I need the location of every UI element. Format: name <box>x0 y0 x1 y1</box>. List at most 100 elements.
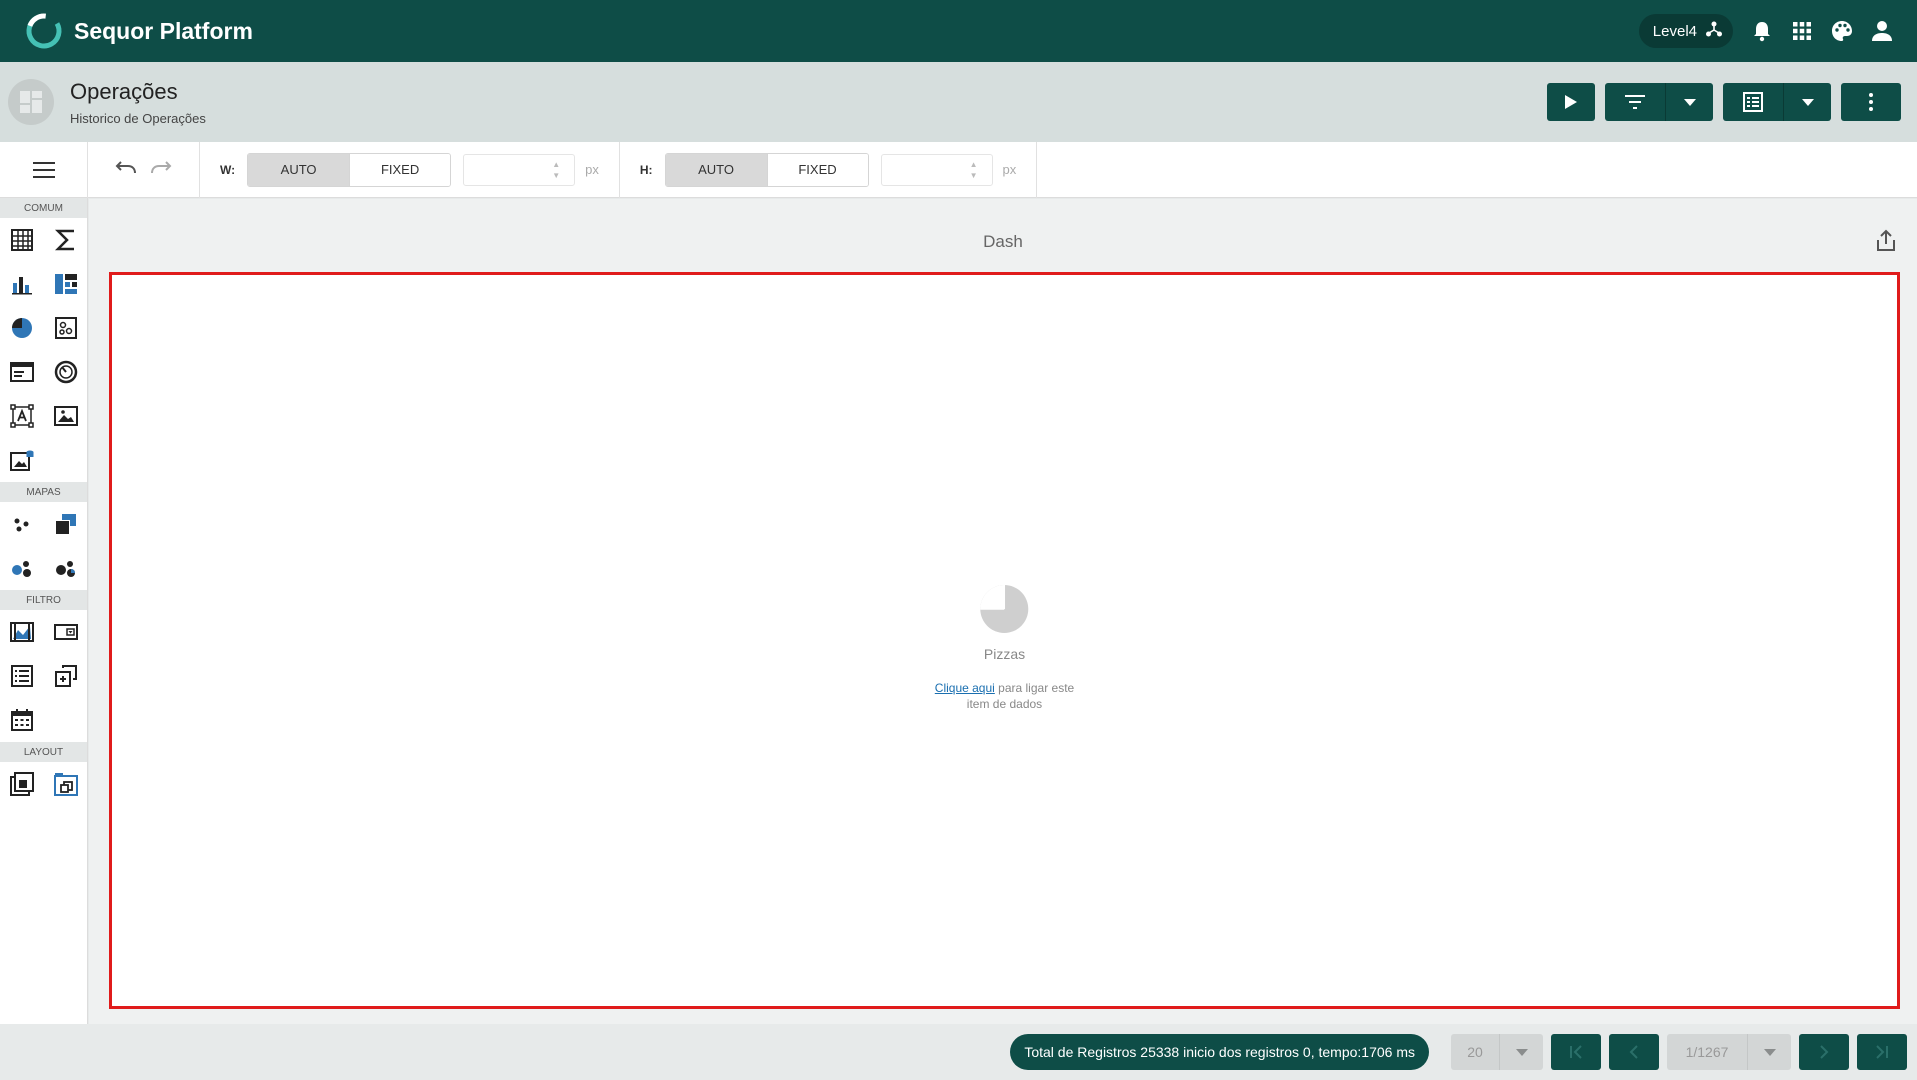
view-dropdown-button[interactable] <box>1783 83 1831 121</box>
last-page-icon <box>1876 1045 1888 1059</box>
menu-button[interactable] <box>0 141 88 198</box>
chevron-right-icon <box>1820 1045 1829 1059</box>
network-icon <box>1705 20 1723 42</box>
next-page-button[interactable] <box>1799 1034 1849 1070</box>
tab-container-widget-icon[interactable] <box>44 762 88 806</box>
page-size-select[interactable]: 20 <box>1451 1034 1543 1070</box>
width-fixed-button[interactable]: FIXED <box>349 153 451 186</box>
card-widget-icon[interactable] <box>0 350 44 394</box>
image-widget-icon[interactable] <box>44 394 88 438</box>
width-auto-button[interactable]: AUTO <box>248 153 350 186</box>
page-title: Operações <box>70 78 178 104</box>
width-unit: px <box>585 162 599 177</box>
caret-down-icon <box>1683 98 1696 106</box>
bar-chart-widget-icon[interactable] <box>0 262 44 306</box>
pie-map-widget-icon[interactable] <box>44 546 88 590</box>
status-bar: Total de Registros 25338 inicio dos regi… <box>0 1024 1917 1080</box>
group-widget-icon[interactable] <box>0 762 44 806</box>
bound-image-widget-icon[interactable] <box>0 438 44 482</box>
bind-data-hint: Clique aqui para ligar este item de dado… <box>935 680 1074 712</box>
height-fixed-button[interactable]: FIXED <box>766 153 868 186</box>
filter-icon <box>1625 95 1645 109</box>
bind-data-hint-text: para ligar este <box>994 681 1075 695</box>
page-size-value: 20 <box>1451 1034 1499 1070</box>
height-mode-toggle: AUTO FIXED <box>664 152 869 187</box>
more-options-button[interactable] <box>1841 83 1901 121</box>
dashboard-canvas: Dash Pizzas Clique aqui para ligar este … <box>89 199 1917 1024</box>
bell-icon[interactable] <box>1751 20 1773 42</box>
height-input[interactable]: ▲ ▼ <box>880 153 993 186</box>
item-type-name: Pizzas <box>983 646 1026 662</box>
list-box-widget-icon[interactable] <box>0 654 44 698</box>
bind-data-hint-text-2: item de dados <box>966 697 1043 711</box>
last-page-button[interactable] <box>1857 1034 1907 1070</box>
text-box-widget-icon[interactable] <box>0 394 44 438</box>
user-icon[interactable] <box>1871 20 1893 42</box>
palette-icon[interactable] <box>1831 20 1853 42</box>
tree-view-widget-icon[interactable] <box>44 654 88 698</box>
gauge-widget-icon[interactable] <box>44 350 88 394</box>
date-filter-widget-icon[interactable] <box>0 698 44 742</box>
choropleth-map-widget-icon[interactable] <box>44 502 88 546</box>
first-page-button[interactable] <box>1551 1034 1601 1070</box>
page-header: Operações Historico de Operações <box>0 62 1917 142</box>
level-label: Level4 <box>1652 22 1697 40</box>
apps-grid-icon[interactable] <box>1791 20 1813 42</box>
page-size-dropdown-icon[interactable] <box>1499 1034 1543 1070</box>
width-controls: W: AUTO FIXED ▲ ▼ px <box>200 141 620 198</box>
bind-data-link[interactable]: Clique aqui <box>935 681 995 695</box>
width-label: W: <box>220 162 236 177</box>
height-unit: px <box>1002 162 1017 177</box>
first-page-icon <box>1570 1045 1582 1059</box>
height-controls: H: AUTO FIXED ▲ ▼ px <box>620 141 1038 198</box>
previous-page-button[interactable] <box>1609 1034 1659 1070</box>
page-indicator: 1/1267 <box>1667 1034 1747 1070</box>
total-records-badge: Total de Registros 25338 inicio dos regi… <box>1010 1034 1429 1070</box>
run-button[interactable] <box>1547 83 1595 121</box>
palette-section-comum: COMUM <box>0 198 87 218</box>
dashboard-avatar-icon <box>8 79 54 125</box>
grid-widget-icon[interactable] <box>0 218 44 262</box>
more-vertical-icon <box>1869 93 1873 111</box>
list-view-icon <box>1743 92 1763 112</box>
page-number-dropdown-icon[interactable] <box>1747 1034 1791 1070</box>
filter-dropdown-button[interactable] <box>1665 83 1713 121</box>
hamburger-icon <box>32 161 55 178</box>
height-spinner-icon[interactable]: ▲ ▼ <box>970 159 978 181</box>
export-icon[interactable] <box>1875 229 1899 253</box>
palette-section-mapas: MAPAS <box>0 482 87 502</box>
dashboard-title[interactable]: Dash <box>89 232 1917 252</box>
editor-toolbar: W: AUTO FIXED ▲ ▼ px H: AUTO FIXED ▲ ▼ px <box>0 141 1917 198</box>
height-auto-button[interactable]: AUTO <box>665 153 767 186</box>
height-label: H: <box>639 162 653 177</box>
app-title: Sequor Platform <box>74 17 253 44</box>
width-mode-toggle: AUTO FIXED <box>247 152 452 187</box>
play-icon <box>1565 95 1577 109</box>
width-spinner-icon[interactable]: ▲ ▼ <box>552 159 560 181</box>
range-filter-widget-icon[interactable] <box>0 610 44 654</box>
palette-section-filtro: FILTRO <box>0 590 87 610</box>
combo-box-widget-icon[interactable] <box>44 610 88 654</box>
view-list-button[interactable] <box>1723 83 1783 121</box>
caret-down-icon <box>1801 98 1814 106</box>
width-input[interactable]: ▲ ▼ <box>463 153 576 186</box>
bubble-map-widget-icon[interactable] <box>0 546 44 590</box>
scatter-widget-icon[interactable] <box>44 306 88 350</box>
chevron-left-icon <box>1629 1045 1638 1059</box>
page-number-select[interactable]: 1/1267 <box>1667 1034 1791 1070</box>
level-badge[interactable]: Level4 <box>1638 14 1733 48</box>
filter-button[interactable] <box>1605 83 1665 121</box>
selected-pie-item[interactable]: Pizzas Clique aqui para ligar este item … <box>109 272 1900 1009</box>
palette-section-layout: LAYOUT <box>0 742 87 762</box>
top-bar: Sequor Platform Level4 <box>0 0 1917 62</box>
pie-widget-icon[interactable] <box>0 306 44 350</box>
pie-placeholder-icon <box>935 583 1074 640</box>
redo-icon[interactable] <box>150 159 172 180</box>
sigma-widget-icon[interactable] <box>44 218 88 262</box>
sequor-logo-icon[interactable] <box>24 11 64 51</box>
empty-item-placeholder: Pizzas Clique aqui para ligar este item … <box>935 583 1074 712</box>
undo-icon[interactable] <box>115 159 137 180</box>
widget-palette: COMUM MAPAS FILTRO LAYOUT <box>0 198 88 1024</box>
geo-points-widget-icon[interactable] <box>0 502 44 546</box>
treemap-widget-icon[interactable] <box>44 262 88 306</box>
